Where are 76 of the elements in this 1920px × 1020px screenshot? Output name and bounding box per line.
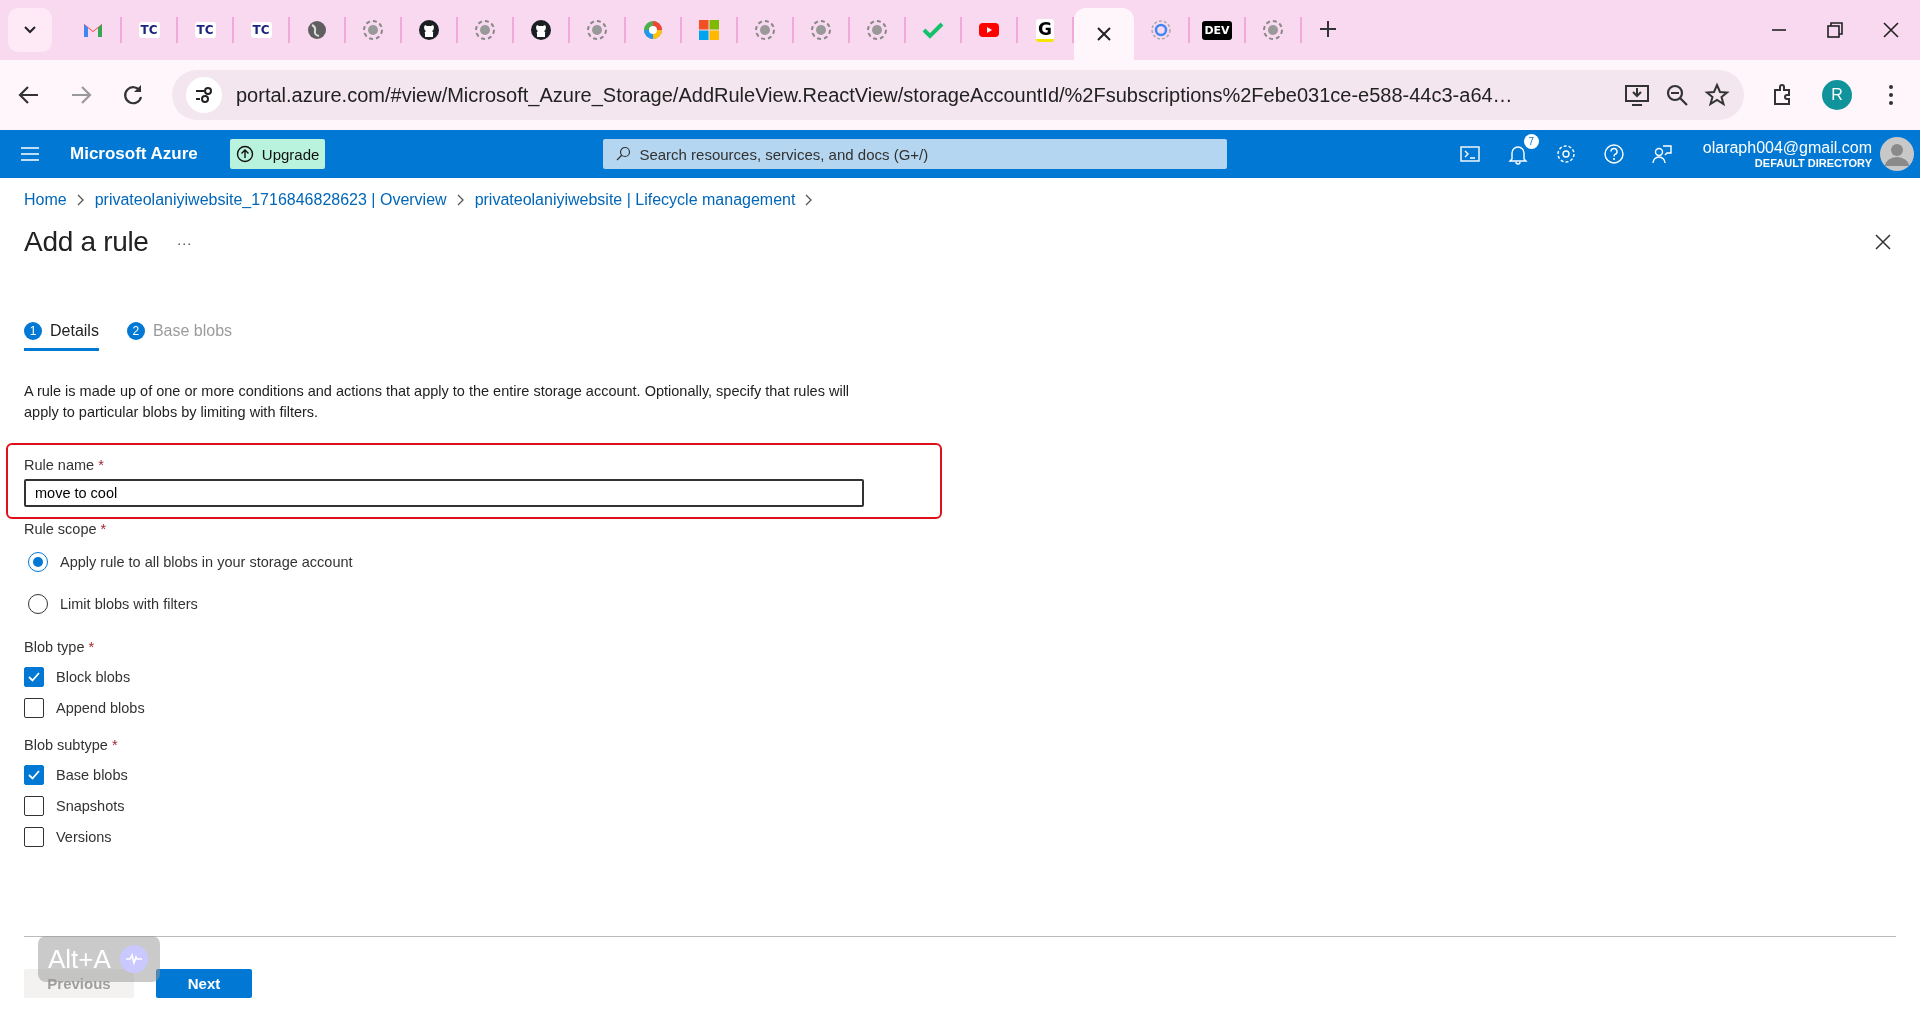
wizard-tab[interactable]: 1 Details — [24, 322, 99, 351]
color-wheel-icon — [642, 19, 664, 41]
description-text: A rule is made up of one or more conditions and actions that apply to the entire storage account. Optionally, specify that rules will apply to particular blobs by limiting with filters. — [24, 382, 851, 422]
breadcrumb-link[interactable]: Home — [24, 191, 67, 209]
browser-tab[interactable] — [1074, 8, 1134, 60]
loading-icon — [810, 19, 832, 41]
breadcrumb-link[interactable]: privateolaniyiwebsite | Lifecycle management — [474, 191, 796, 209]
logo-icon: TC — [250, 22, 272, 38]
field-label: Rule scope * — [24, 521, 108, 537]
chevron-icon — [23, 25, 37, 35]
checkbox[interactable] — [24, 826, 44, 847]
user-avatar[interactable] — [1880, 137, 1914, 171]
search-icon — [615, 146, 632, 162]
browser-tab[interactable]: TC — [122, 17, 178, 43]
bell-icon[interactable] — [1506, 143, 1529, 165]
page-title: Add a rule — [24, 226, 149, 258]
site-settings-icon[interactable] — [186, 77, 222, 113]
breadcrumb-link[interactable]: privateolaniyiwebsite_1716846828623 | Overview — [94, 191, 447, 209]
feedback-icon[interactable] — [1650, 143, 1673, 165]
browser-tab[interactable]: TC — [234, 17, 290, 43]
checkbox[interactable] — [24, 764, 44, 785]
next-button[interactable]: Next — [156, 969, 252, 998]
checkbox[interactable] — [24, 666, 44, 687]
input-field[interactable]: move to cool — [24, 479, 864, 507]
more-options[interactable]: ··· — [176, 233, 192, 251]
loading-icon — [866, 19, 888, 41]
globe-icon — [306, 19, 328, 41]
chevron-icon — [76, 194, 85, 206]
github-cat-icon — [418, 19, 440, 41]
checkbox[interactable] — [24, 697, 44, 718]
loading-icon — [586, 19, 608, 41]
checkbox-label: Block blobs — [56, 668, 131, 685]
logo-icon: TC — [194, 22, 216, 38]
restore-icon[interactable] — [1824, 19, 1846, 41]
checkbox-label: Base blobs — [56, 766, 128, 783]
radio-label: Apply rule to all blobs in your storage account — [60, 554, 353, 570]
close-icon[interactable] — [1874, 233, 1892, 251]
loading-icon — [362, 19, 384, 41]
browser-tab[interactable]: DEV — [1190, 17, 1246, 43]
search-field[interactable]: Search resources, services, and docs (G+/) — [603, 139, 1228, 169]
terminal-icon[interactable] — [1458, 143, 1481, 165]
logo-icon: TC — [138, 22, 160, 38]
settings-icon[interactable] — [1554, 143, 1577, 165]
loading-icon — [474, 19, 496, 41]
field-label: Blob subtype * — [24, 737, 119, 753]
field-label: Rule name * — [24, 457, 105, 473]
logo-icon: DEV — [1202, 20, 1232, 40]
browser-tab[interactable]: TC — [178, 17, 234, 43]
loading-icon — [754, 19, 776, 41]
monitor-download-icon[interactable] — [1624, 82, 1650, 108]
loading-icon — [1150, 19, 1172, 41]
notification-count: 7 — [1523, 134, 1539, 149]
help-icon[interactable] — [1602, 143, 1625, 165]
url-field[interactable]: portal.azure.com/#view/Microsoft_Azure_Storage/AddRuleView.ReactView/storageAccountId/%2Fsubscriptions%2Febe031ce-e588-44c3-a64… — [172, 70, 1744, 120]
checkbox-label: Versions — [56, 828, 112, 845]
checkbox[interactable] — [24, 795, 44, 816]
radio-label: Limit blobs with filters — [60, 596, 198, 612]
account-email[interactable]: olaraph004@gmail.com — [1702, 139, 1872, 157]
checkbox-label: Append blobs — [56, 699, 145, 716]
menu-icon[interactable] — [20, 146, 40, 162]
logo-icon: G — [1036, 18, 1054, 42]
chevron-icon — [456, 194, 465, 206]
brand-name[interactable]: Microsoft Azure — [70, 144, 198, 164]
github-cat-icon — [530, 19, 552, 41]
profile-avatar[interactable]: R — [1822, 80, 1852, 110]
waveform-icon — [118, 944, 149, 974]
upgrade-button[interactable]: Upgrade — [229, 139, 326, 169]
checkbox-label: Snapshots — [56, 797, 125, 814]
wizard-tab[interactable]: 2 Base blobs — [126, 322, 233, 351]
loading-icon — [1262, 19, 1284, 41]
chevron-icon — [805, 194, 814, 206]
star-icon[interactable] — [1704, 82, 1730, 108]
four-squares-icon — [698, 19, 720, 41]
directory-name: DEFAULT DIRECTORY — [1754, 157, 1872, 169]
field-label: Blob type * — [24, 639, 96, 655]
zoom-out-icon[interactable] — [1664, 82, 1690, 108]
